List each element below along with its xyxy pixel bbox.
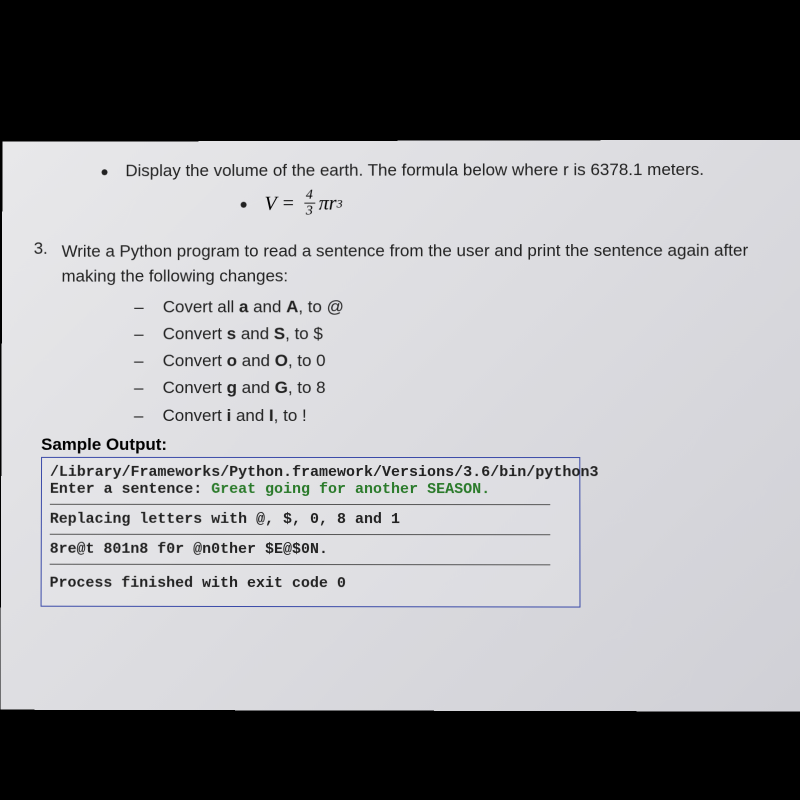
list-item: – Convert i and I, to ! (131, 401, 771, 428)
sample-output-label: Sample Output: (41, 435, 771, 455)
frac-num: 4 (304, 189, 315, 204)
list-text: Convert s and S, to $ (163, 320, 323, 347)
separator (50, 504, 551, 505)
dash-icon: – (131, 293, 147, 320)
bullet-icon (241, 202, 247, 208)
changes-list: – Covert all a and A, to @ – Convert s a… (131, 293, 771, 429)
formula-pi: π (319, 193, 329, 216)
question-number: 3. (22, 239, 62, 259)
bullet-earth-volume: Display the volume of the earth. The for… (22, 160, 770, 182)
formula-eq: = (283, 193, 294, 216)
output-path: /Library/Frameworks/Python.framework/Ver… (50, 464, 571, 481)
document-page: Display the volume of the earth. The for… (0, 140, 800, 712)
frac-den: 3 (304, 204, 315, 221)
output-user-input: Great going for another SEASON. (211, 481, 490, 498)
dash-icon: – (131, 347, 147, 374)
dash-icon: – (131, 375, 147, 402)
formula-fraction: 4 3 (304, 189, 315, 221)
list-text: Convert g and G, to 8 (163, 374, 326, 401)
question-3: 3. Write a Python program to read a sent… (22, 238, 771, 290)
list-text: Covert all a and A, to @ (163, 293, 344, 320)
formula-lhs: V (264, 193, 276, 216)
volume-formula: V = 4 3 π r 3 (264, 189, 342, 221)
bullet-text: Display the volume of the earth. The for… (125, 160, 704, 181)
dash-icon: – (131, 320, 147, 347)
list-item: – Convert s and S, to $ (131, 320, 771, 348)
formula-row: V = 4 3 π r 3 (241, 188, 771, 221)
list-item: – Convert o and O, to 0 (131, 347, 771, 375)
list-text: Convert o and O, to 0 (163, 347, 326, 374)
list-text: Convert i and I, to ! (163, 402, 307, 429)
question-text: Write a Python program to read a sentenc… (61, 238, 770, 290)
bullet-icon (102, 169, 108, 175)
list-item: – Convert g and G, to 8 (131, 374, 771, 401)
output-exit: Process finished with exit code 0 (50, 574, 572, 592)
output-prompt: Enter a sentence: (50, 481, 211, 498)
output-result: 8re@t 801n8 f0r @n0ther $E@$0N. (50, 540, 572, 558)
formula-exp: 3 (337, 197, 343, 212)
separator (50, 533, 551, 534)
output-prompt-line: Enter a sentence: Great going for anothe… (50, 481, 571, 498)
list-item: – Covert all a and A, to @ (131, 293, 771, 321)
output-replacing: Replacing letters with @, $, 0, 8 and 1 (50, 511, 572, 528)
separator (50, 563, 551, 565)
sample-output-box: /Library/Frameworks/Python.framework/Ver… (41, 457, 581, 608)
dash-icon: – (131, 402, 147, 429)
